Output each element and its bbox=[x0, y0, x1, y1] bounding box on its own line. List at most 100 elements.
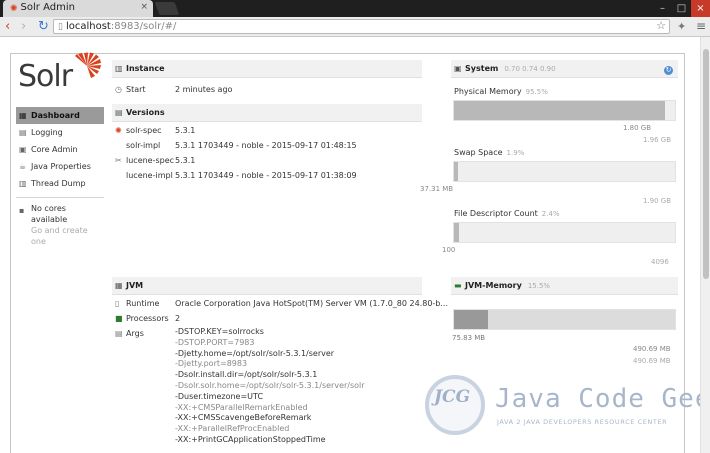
back-icon[interactable]: ‹ bbox=[5, 18, 10, 35]
sidebar-item-core-admin[interactable]: ▣ Core Admin bbox=[16, 141, 104, 158]
jvm-arg: -XX:+CMSScavengeBeforeRemark bbox=[175, 413, 312, 423]
metric-name: File Descriptor Count bbox=[454, 209, 538, 218]
sidebar-item-logging[interactable]: ▤ Logging bbox=[16, 124, 104, 141]
jvm-arg: -XX:+ParallelRefProcEnabled bbox=[175, 424, 290, 434]
solr-sun-icon bbox=[75, 52, 101, 78]
instance-icon: ▥ bbox=[115, 64, 123, 73]
page-scrollbar[interactable] bbox=[700, 37, 710, 453]
browser-toolbar: ‹ › ↻ ▯ localhost:8983/solr/#/ ☆ ✦ ≡ bbox=[0, 17, 710, 37]
panel-title: Instance bbox=[126, 64, 165, 73]
jvm-arg: -XX:+CMSParallelRemarkEnabled bbox=[175, 402, 308, 412]
jvm-memory-max: 490.69 MB bbox=[633, 357, 671, 365]
processors-value: 2 bbox=[175, 314, 181, 323]
new-tab-button[interactable] bbox=[154, 2, 180, 15]
jvm-memory-used: 75.83 MB bbox=[452, 334, 486, 342]
core-admin-icon: ▣ bbox=[19, 145, 27, 154]
file-descriptor-max: 4096 bbox=[651, 258, 669, 266]
physical-memory-bar bbox=[453, 100, 676, 121]
physical-memory-used: 1.80 GB bbox=[623, 124, 652, 132]
dashboard-icon: ▦ bbox=[19, 111, 27, 120]
metric-name: Swap Space bbox=[454, 148, 503, 157]
browser-menu-icon[interactable]: ≡ bbox=[696, 19, 706, 33]
solr-logo[interactable]: Solr bbox=[18, 52, 103, 94]
tab-title: Solr Admin bbox=[20, 2, 75, 13]
sidebar-item-label: Logging bbox=[31, 128, 63, 137]
page-icon: ▯ bbox=[58, 22, 63, 32]
panel-title: System bbox=[465, 64, 499, 73]
version-row: solr-impl 5.3.1 1703449 - noble - 2015-0… bbox=[112, 138, 422, 153]
memory-icon: ▬ bbox=[454, 281, 462, 290]
no-cores-label: No cores available bbox=[31, 204, 68, 224]
file-descriptor-label: File Descriptor Count 2.4% bbox=[454, 209, 560, 218]
jvm-icon: ▦ bbox=[115, 281, 123, 290]
thread-dump-icon: ▥ bbox=[19, 179, 27, 188]
panel-title: JVM-Memory bbox=[465, 281, 522, 290]
processors-label: Processors bbox=[126, 314, 169, 323]
jvm-arg: -Djetty.home=/opt/solr/solr-5.3.1/server bbox=[175, 348, 335, 358]
jvm-runtime-row: ▯ Runtime Oracle Corporation Java HotSpo… bbox=[112, 296, 448, 311]
logging-icon: ▤ bbox=[19, 128, 27, 137]
sidebar-item-java-properties[interactable]: ☕ Java Properties bbox=[16, 158, 104, 175]
version-key: solr-impl bbox=[126, 141, 161, 150]
metric-name: Physical Memory bbox=[454, 87, 522, 96]
tab-close-icon[interactable]: × bbox=[140, 2, 148, 12]
extension-puzzle-icon[interactable]: ✦ bbox=[677, 20, 686, 33]
scrollbar-thumb[interactable] bbox=[703, 49, 709, 279]
args-icon: ▤ bbox=[115, 329, 123, 338]
file-descriptor-bar bbox=[453, 222, 676, 243]
create-core-hint: Go and create one bbox=[31, 226, 88, 246]
file-descriptor-fill bbox=[454, 223, 460, 242]
jvm-arg: -Dsolr.install.dir=/opt/solr/solr-5.3.1 bbox=[175, 370, 318, 380]
versions-panel-header: ▤ Versions bbox=[112, 104, 422, 122]
version-value: 5.3.1 bbox=[175, 126, 196, 135]
reload-icon[interactable]: ↻ bbox=[38, 18, 49, 35]
metric-percent: 2.4% bbox=[541, 210, 560, 218]
file-descriptor-used: 100 bbox=[442, 246, 456, 254]
metric-percent: 95.5% bbox=[525, 88, 548, 96]
address-bar[interactable]: ▯ localhost:8983/solr/#/ ☆ bbox=[53, 19, 670, 34]
clock-icon: ◷ bbox=[115, 85, 122, 94]
lucene-icon: ✂ bbox=[115, 156, 122, 165]
close-window-button[interactable]: × bbox=[691, 0, 710, 17]
runtime-value: Oracle Corporation Java HotSpot(TM) Serv… bbox=[175, 299, 449, 308]
version-key: lucene-spec bbox=[126, 156, 175, 165]
version-value: 5.3.1 1703449 - noble - 2015-09-17 01:38… bbox=[175, 171, 357, 180]
physical-memory-fill bbox=[454, 101, 666, 120]
watermark-subtitle: JAVA 2 JAVA DEVELOPERS RESOURCE CENTER bbox=[497, 418, 668, 426]
url-host: localhost bbox=[65, 21, 111, 32]
refresh-icon[interactable]: ↻ bbox=[664, 66, 673, 75]
physical-memory-max: 1.96 GB bbox=[643, 136, 672, 144]
version-key: lucene-impl bbox=[126, 171, 173, 180]
jvm-arg: -Duser.timezone=UTC bbox=[175, 391, 264, 401]
system-panel: ▣ System 0.70 0.74 0.90 bbox=[451, 60, 678, 78]
version-row: ✂ lucene-spec 5.3.1 bbox=[112, 153, 422, 168]
maximize-button[interactable]: □ bbox=[672, 0, 691, 17]
sidebar-item-label: Java Properties bbox=[31, 162, 91, 171]
instance-panel-header: ▥ Instance bbox=[112, 60, 422, 78]
java-code-geeks-watermark: JCG Java Code Geeks JAVA 2 JAVA DEVELOPE… bbox=[425, 370, 700, 446]
version-row: ✺ solr-spec 5.3.1 bbox=[112, 123, 422, 138]
sidebar-item-thread-dump[interactable]: ▥ Thread Dump bbox=[16, 175, 104, 192]
browser-tab[interactable]: ✺ Solr Admin × bbox=[3, 0, 153, 17]
jvm-arg: -Dsolr.solr.home=/opt/solr/solr-5.3.1/se… bbox=[175, 380, 365, 390]
processor-icon: ■ bbox=[115, 314, 123, 323]
metric-percent: 1.9% bbox=[506, 149, 525, 157]
core-selector[interactable]: ▪ No cores available Go and create one bbox=[16, 203, 104, 247]
runtime-label: Runtime bbox=[126, 299, 160, 308]
jvm-arg: -XX:+PrintGCApplicationStoppedTime bbox=[175, 434, 326, 444]
bookmark-star-icon[interactable]: ☆ bbox=[656, 19, 666, 32]
jvm-arg: -DSTOP.KEY=solrrocks bbox=[175, 327, 264, 336]
swap-space-used: 37.31 MB bbox=[420, 185, 454, 193]
start-value: 2 minutes ago bbox=[175, 85, 233, 94]
jvm-memory-total: 490.69 MB bbox=[633, 345, 671, 353]
sidebar-item-dashboard[interactable]: ▦ Dashboard bbox=[16, 107, 104, 124]
instance-panel: ▥ Instance ◷ Start 2 minutes ago bbox=[112, 60, 422, 97]
swap-space-fill bbox=[454, 162, 459, 181]
forward-icon[interactable]: › bbox=[21, 18, 26, 35]
logo-text: Solr bbox=[18, 59, 73, 94]
solr-icon: ✺ bbox=[115, 126, 122, 135]
versions-icon: ▤ bbox=[115, 108, 123, 117]
system-icon: ▣ bbox=[454, 64, 462, 73]
minimize-button[interactable]: – bbox=[653, 0, 672, 17]
versions-panel: ▤ Versions ✺ solr-spec 5.3.1 solr-impl 5… bbox=[112, 104, 422, 183]
